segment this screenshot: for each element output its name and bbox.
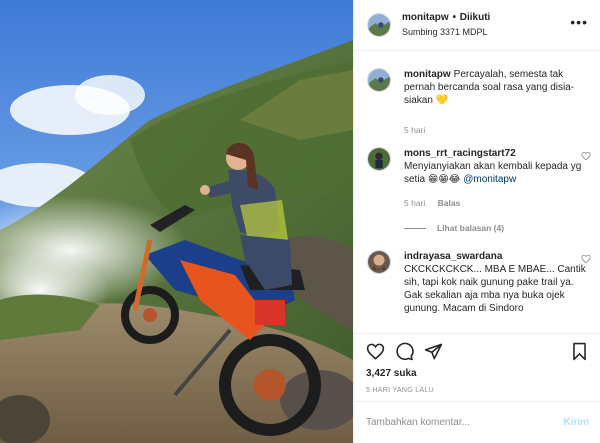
caption-time[interactable]: 5 hari [404, 124, 591, 137]
post-comment-button[interactable]: Kirim [563, 417, 589, 428]
comment-time[interactable]: 5 hari [404, 198, 425, 208]
comment-username[interactable]: indrayasa_swardana [404, 251, 502, 262]
comment-username[interactable]: mons_rrt_racingstart72 [404, 148, 516, 159]
comment-input[interactable] [366, 417, 564, 428]
reply-button[interactable]: Balas [438, 198, 461, 208]
view-replies-button[interactable]: Lihat balasan (4) [404, 223, 504, 233]
author-avatar[interactable] [367, 13, 391, 37]
comment-mention[interactable]: @monitapw [463, 174, 516, 185]
caption-avatar[interactable] [367, 68, 391, 92]
comments-list[interactable]: monitapw Percayalah, semesta tak pernah b… [354, 51, 600, 331]
separator-dot: • [452, 12, 456, 23]
action-icons [366, 334, 589, 367]
commenter-avatar[interactable] [367, 147, 391, 171]
comment-meta: 5 hari Balas [404, 197, 591, 210]
add-comment-bar: Kirim [354, 401, 600, 443]
post-sidebar: monitapw • Diikuti Sumbing 3371 MDPL •••… [353, 0, 600, 443]
replies-divider [404, 227, 426, 229]
commenter-avatar[interactable] [367, 250, 391, 274]
comment-text: CKCKCKCKCK... MBA E MBAE... Cantik sih, … [404, 264, 586, 314]
bookmark-icon[interactable] [570, 342, 589, 361]
view-replies-label[interactable]: Lihat balasan (4) [437, 223, 504, 233]
small-heart-icon[interactable] [581, 151, 591, 161]
location-link[interactable]: Sumbing 3371 MDPL [402, 25, 490, 39]
more-icon[interactable]: ••• [570, 15, 588, 29]
small-heart-icon[interactable] [581, 254, 591, 264]
post-photo[interactable] [0, 0, 353, 443]
post-image [0, 0, 353, 443]
caption-username[interactable]: monitapw [404, 69, 451, 80]
post-actions: 3,427 suka 5 HARI YANG LALU [354, 333, 600, 394]
caption-item: monitapw Percayalah, semesta tak pernah b… [367, 68, 591, 137]
author-username[interactable]: monitapw [402, 12, 449, 23]
caption-emoji: 💛 [435, 95, 449, 106]
post-timestamp[interactable]: 5 HARI YANG LALU [366, 387, 589, 394]
comment-item: mons_rrt_racingstart72 Menyianyiakan aka… [367, 147, 591, 210]
comment-item: indrayasa_swardana CKCKCKCKCK... MBA E M… [367, 250, 591, 315]
comment-emoji: 😁😁😂 [427, 174, 461, 185]
share-icon[interactable] [424, 342, 443, 361]
likes-count[interactable]: 3,427 suka [366, 368, 589, 379]
follow-status[interactable]: Diikuti [460, 12, 491, 23]
comment-icon[interactable] [395, 342, 414, 361]
heart-icon[interactable] [366, 342, 385, 361]
post-header: monitapw • Diikuti Sumbing 3371 MDPL ••• [354, 0, 600, 51]
